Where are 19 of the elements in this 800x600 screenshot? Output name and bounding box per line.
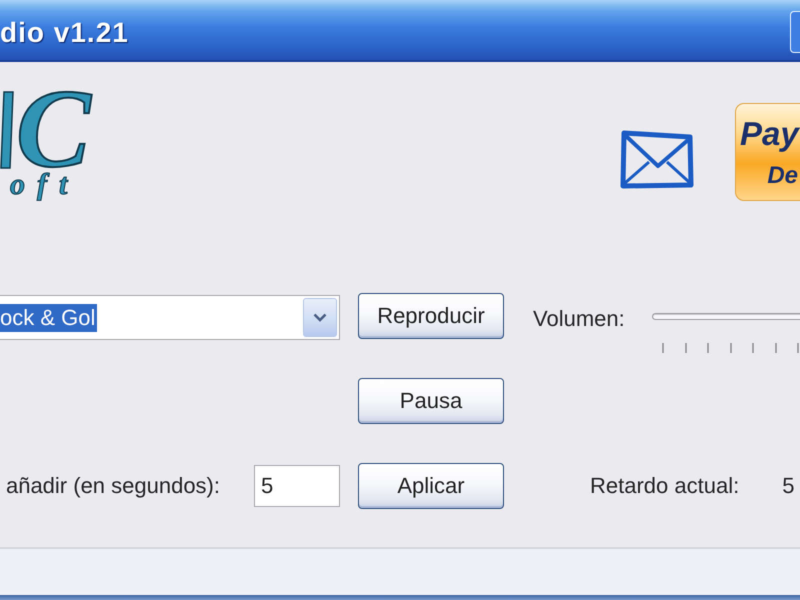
envelope-icon[interactable] [620, 128, 694, 190]
station-combo[interactable]: ock & Gol [0, 295, 340, 340]
volume-slider-track[interactable] [652, 313, 800, 320]
logo-stroke-icon [0, 91, 14, 169]
window-title: dio v1.21 [0, 16, 129, 47]
volume-label: Volumen: [533, 308, 625, 330]
combo-value: ock & Gol [0, 304, 98, 332]
title-bar-button[interactable] [790, 11, 800, 53]
delay-input[interactable]: 5 [254, 465, 340, 507]
chevron-down-icon [313, 313, 327, 322]
dropdown-button[interactable] [303, 298, 337, 337]
donate-button[interactable]: Pay De [735, 103, 800, 201]
pause-button[interactable]: Pausa [358, 378, 504, 424]
apply-button[interactable]: Aplicar [358, 463, 504, 509]
current-delay-label: Retardo actual: [590, 475, 740, 497]
delay-label: añadir (en segundos): [6, 475, 220, 497]
logo-letter: C [16, 85, 93, 173]
play-button[interactable]: Reproducir [358, 293, 504, 339]
current-delay-value: 5 [782, 475, 794, 497]
